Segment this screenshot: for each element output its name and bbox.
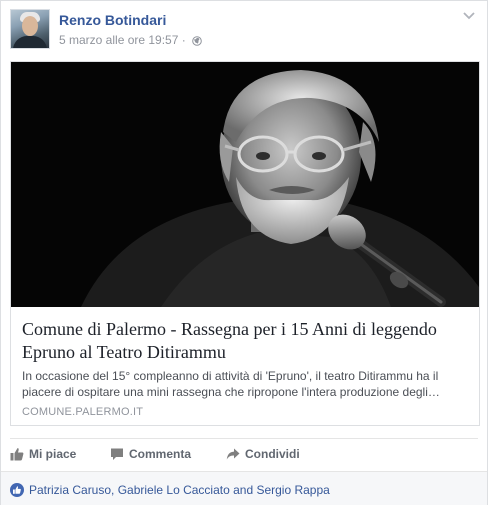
link-domain: COMUNE.PALERMO.IT [22, 406, 144, 418]
share-button[interactable]: Condividi [226, 443, 300, 465]
likes-names[interactable]: Patrizia Caruso, Gabriele Lo Cacciato an… [29, 483, 330, 497]
divider [10, 438, 478, 439]
chevron-down-icon[interactable] [462, 11, 476, 21]
link-description-line: piacere di ospitare una mini rassegna ch… [22, 385, 440, 399]
author-name[interactable]: Renzo Botindari [59, 12, 166, 28]
post-card: Renzo Botindari 5 marzo alle ore 19:57 · [0, 0, 488, 505]
meta-separator: · [181, 33, 186, 47]
like-bubble-icon [10, 483, 24, 497]
link-description: In occasione del 15° compleanno di attiv… [22, 368, 468, 400]
avatar[interactable] [10, 9, 50, 49]
link-description-line: In occasione del 15° compleanno di attiv… [22, 369, 439, 383]
post-timestamp[interactable]: 5 marzo alle ore 19:57 [59, 33, 178, 47]
thumbs-up-icon [10, 448, 24, 461]
likes-summary: Patrizia Caruso, Gabriele Lo Cacciato an… [1, 471, 487, 505]
comment-button[interactable]: Commenta [110, 443, 191, 465]
action-bar: Mi piace Commenta Condividi [10, 443, 470, 465]
post-header: Renzo Botindari 5 marzo alle ore 19:57 · [10, 9, 478, 51]
like-button[interactable]: Mi piace [10, 443, 76, 465]
link-image[interactable] [11, 62, 479, 307]
globe-icon[interactable] [192, 36, 202, 46]
link-preview[interactable]: Comune di Palermo - Rassegna per i 15 An… [10, 61, 480, 426]
comment-icon [111, 448, 123, 460]
post-meta: 5 marzo alle ore 19:57 · [59, 33, 202, 47]
share-arrow-icon [226, 448, 240, 460]
link-title[interactable]: Comune di Palermo - Rassegna per i 15 An… [22, 318, 470, 364]
